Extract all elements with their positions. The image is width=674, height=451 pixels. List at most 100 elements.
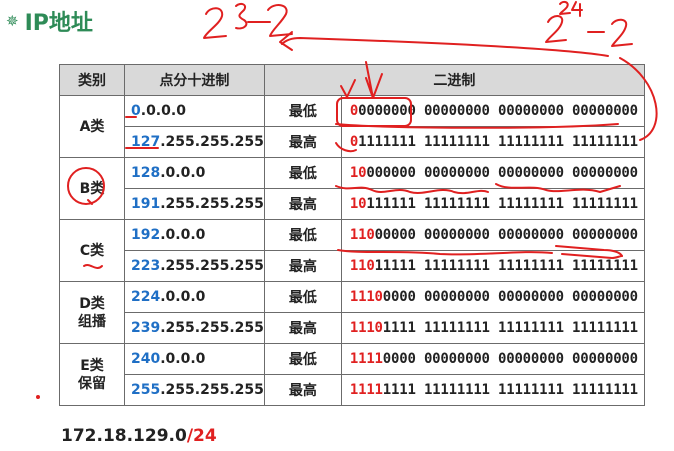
- binary-cell: 11000000 00000000 00000000 00000000: [340, 219, 645, 251]
- binary-remaining-bits: 111111 11111111 11111111 11111111: [366, 196, 638, 212]
- binary-cell: 11101111 11111111 11111111 11111111: [340, 312, 645, 344]
- ip-first-octet: 239: [131, 320, 161, 336]
- ip-first-octet: 255: [131, 382, 161, 398]
- class-name-cell: D类 组播: [59, 281, 125, 344]
- dotted-decimal-cell: 191.255.255.255: [124, 188, 265, 220]
- header-class: 类别: [59, 64, 125, 96]
- ip-class-table: 类别 点分十进制 二进制 A类 0.0.0.0 最低 00000000 0000000…: [59, 64, 645, 406]
- binary-remaining-bits: 000000 00000000 00000000 00000000: [366, 165, 638, 181]
- binary-remaining-bits: 1111 11111111 11111111 11111111: [382, 320, 638, 336]
- binary-remaining-bits: 1111111 11111111 11111111 11111111: [358, 134, 638, 150]
- dotted-decimal-cell: 127.255.255.255: [124, 126, 265, 158]
- binary-class-bits: 1111: [349, 382, 383, 398]
- binary-class-bits: 110: [349, 258, 375, 274]
- gear-icon: ✵: [6, 12, 19, 30]
- table-row: 239.255.255.255 最高 11101111 11111111 11111…: [60, 312, 645, 344]
- example-address-mask: /24: [186, 426, 217, 446]
- ip-first-octet: 240: [131, 351, 161, 367]
- class-name-cell: A类: [59, 95, 125, 158]
- range-level-cell: 最高: [263, 250, 342, 282]
- ip-remaining-octets: .0.0.0: [160, 289, 206, 305]
- table-row: 223.255.255.255 最高 11011111 11111111 11111…: [60, 250, 645, 282]
- binary-remaining-bits: 1111 11111111 11111111 11111111: [382, 382, 638, 398]
- dotted-decimal-cell: 192.0.0.0: [124, 219, 265, 251]
- class-name: B类: [79, 180, 105, 197]
- binary-remaining-bits: 11111 11111111 11111111 11111111: [374, 258, 639, 274]
- dotted-decimal-cell: 0.0.0.0: [124, 95, 265, 127]
- ip-remaining-octets: .255.255.255: [160, 320, 264, 336]
- binary-cell: 11100000 00000000 00000000 00000000: [340, 281, 645, 313]
- ip-first-octet: 191: [131, 196, 161, 212]
- table-row: 255.255.255.255 最高 11111111 11111111 11111…: [60, 374, 645, 406]
- binary-remaining-bits: 0000 00000000 00000000 00000000: [382, 289, 638, 305]
- range-level-cell: 最低: [263, 157, 342, 189]
- class-name: D类: [79, 295, 105, 312]
- class-name: E类: [80, 357, 104, 374]
- table-row: 191.255.255.255 最高 10111111 11111111 11111…: [60, 188, 645, 220]
- class-name-cell: B类: [59, 157, 125, 220]
- class-note: 保留: [78, 375, 106, 392]
- ip-first-octet: 0: [131, 103, 141, 119]
- binary-remaining-bits: 0000 00000000 00000000 00000000: [382, 351, 638, 367]
- class-name-cell: E类 保留: [59, 343, 125, 406]
- range-level-cell: 最低: [263, 219, 342, 251]
- ip-first-octet: 128: [131, 165, 161, 181]
- dotted-decimal-cell: 239.255.255.255: [124, 312, 265, 344]
- binary-cell: 10000000 00000000 00000000 00000000: [340, 157, 645, 189]
- page-title-text: IP地址: [24, 11, 93, 36]
- class-name-cell: C类: [59, 219, 125, 282]
- table-row: D类 组播 224.0.0.0 最低 11100000 00000000 0000000…: [59, 281, 645, 344]
- class-name: C类: [79, 242, 105, 259]
- table-row: A类 0.0.0.0 最低 00000000 00000000 00000000 00…: [59, 95, 645, 158]
- class-name: A类: [79, 118, 105, 135]
- ip-first-octet: 224: [131, 289, 161, 305]
- binary-class-bits: 1111: [349, 351, 383, 367]
- range-level-cell: 最低: [263, 343, 342, 375]
- class-note: 组播: [78, 313, 106, 330]
- ip-remaining-octets: .0.0.0: [160, 351, 206, 367]
- binary-cell: 01111111 11111111 11111111 11111111: [340, 126, 645, 158]
- range-level-cell: 最高: [263, 312, 342, 344]
- ip-remaining-octets: .255.255.255: [160, 134, 264, 150]
- binary-cell: 11111111 11111111 11111111 11111111: [340, 374, 645, 406]
- binary-remaining-bits: 0000000 00000000 00000000 00000000: [358, 103, 638, 119]
- header-binary: 二进制: [263, 64, 645, 96]
- binary-class-bits: 10: [349, 165, 367, 181]
- ip-remaining-octets: .0.0.0: [160, 227, 206, 243]
- binary-class-bits: 0: [349, 103, 359, 119]
- table-row: C类 192.0.0.0 最低 11000000 00000000 00000000 …: [59, 219, 645, 282]
- ip-remaining-octets: .255.255.255: [160, 258, 264, 274]
- ip-remaining-octets: .0.0.0: [160, 165, 206, 181]
- binary-class-bits: 1110: [349, 289, 383, 305]
- range-level-cell: 最低: [263, 281, 342, 313]
- table-row: 127.255.255.255 最高 01111111 11111111 11111…: [60, 126, 645, 158]
- dotted-decimal-cell: 128.0.0.0: [124, 157, 265, 189]
- table-row: B类 128.0.0.0 最低 10000000 00000000 00000000 …: [59, 157, 645, 220]
- dotted-decimal-cell: 223.255.255.255: [124, 250, 265, 282]
- ip-first-octet: 223: [131, 258, 161, 274]
- range-level-cell: 最高: [263, 374, 342, 406]
- header-dotted-decimal: 点分十进制: [124, 64, 265, 96]
- example-address: 172.18.129.0/24: [61, 426, 217, 446]
- binary-cell: 10111111 11111111 11111111 11111111: [340, 188, 645, 220]
- dotted-decimal-cell: 240.0.0.0: [124, 343, 265, 375]
- binary-remaining-bits: 00000 00000000 00000000 00000000: [374, 227, 639, 243]
- ip-first-octet: 192: [131, 227, 161, 243]
- ip-remaining-octets: .255.255.255: [160, 196, 264, 212]
- ip-remaining-octets: .0.0.0: [140, 103, 186, 119]
- binary-cell: 11011111 11111111 11111111 11111111: [340, 250, 645, 282]
- ip-remaining-octets: .255.255.255: [160, 382, 264, 398]
- binary-class-bits: 110: [349, 227, 375, 243]
- ip-first-octet: 127: [131, 134, 161, 150]
- binary-class-bits: 0: [349, 134, 359, 150]
- example-address-ip: 172.18.129.0: [61, 426, 187, 446]
- binary-cell: 11110000 00000000 00000000 00000000: [340, 343, 645, 375]
- binary-class-bits: 10: [349, 196, 367, 212]
- page-title: ✵ IP地址: [6, 6, 93, 36]
- table-header-row: 类别 点分十进制 二进制: [59, 64, 645, 96]
- range-level-cell: 最低: [263, 95, 342, 127]
- range-level-cell: 最高: [263, 188, 342, 220]
- binary-class-bits: 1110: [349, 320, 383, 336]
- dotted-decimal-cell: 255.255.255.255: [124, 374, 265, 406]
- dotted-decimal-cell: 224.0.0.0: [124, 281, 265, 313]
